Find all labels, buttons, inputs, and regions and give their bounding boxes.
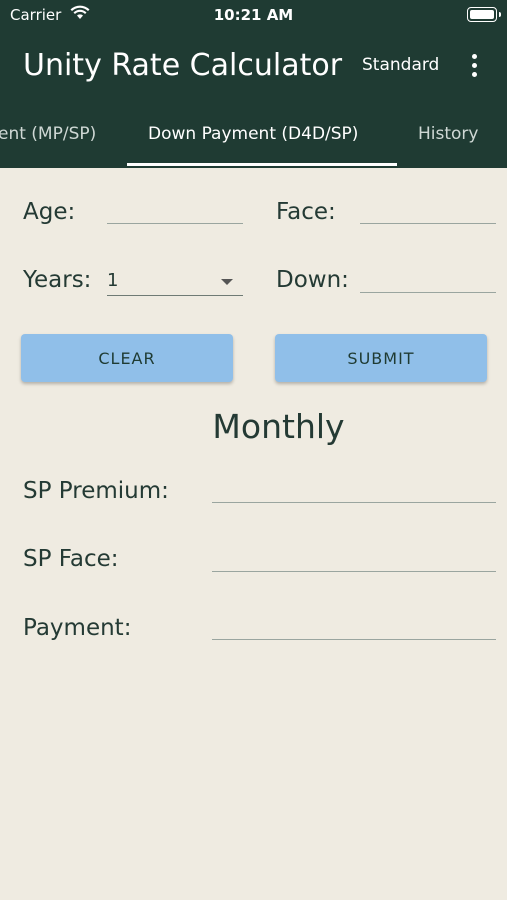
- app-title: Unity Rate Calculator: [23, 48, 343, 83]
- tab-bar: ent (MP/SP) Down Payment (D4D/SP) Histor…: [0, 108, 507, 168]
- payment-output: [212, 639, 496, 640]
- age-input[interactable]: [107, 223, 243, 224]
- tab-down-payment[interactable]: Down Payment (D4D/SP): [148, 124, 358, 144]
- more-options-icon[interactable]: [466, 53, 482, 79]
- chevron-down-icon: [221, 279, 233, 285]
- status-bar: Carrier 10:21 AM: [0, 0, 507, 30]
- down-label: Down:: [276, 267, 349, 293]
- active-tab-indicator: [127, 163, 397, 166]
- results-title: Monthly: [212, 407, 345, 446]
- tab-monthly-payment[interactable]: ent (MP/SP): [0, 124, 96, 144]
- face-label: Face:: [276, 199, 336, 225]
- sp-premium-output: [212, 502, 496, 503]
- clear-button[interactable]: CLEAR: [21, 334, 233, 382]
- years-select-underline: [107, 295, 243, 296]
- sp-premium-label: SP Premium:: [23, 478, 169, 504]
- down-input[interactable]: [360, 292, 496, 293]
- face-input[interactable]: [360, 223, 496, 224]
- payment-label: Payment:: [23, 615, 132, 641]
- sp-face-output: [212, 571, 496, 572]
- submit-button[interactable]: SUBMIT: [275, 334, 487, 382]
- app-bar: Carrier 10:21 AM Unity Rate Calculator S…: [0, 0, 507, 168]
- tab-history[interactable]: History: [418, 124, 478, 144]
- mode-toggle[interactable]: Standard: [362, 55, 439, 75]
- sp-face-label: SP Face:: [23, 546, 119, 572]
- status-time: 10:21 AM: [213, 6, 294, 24]
- battery-icon: [467, 7, 501, 22]
- years-label: Years:: [23, 267, 92, 293]
- years-select-value: 1: [107, 270, 119, 291]
- age-label: Age:: [23, 199, 76, 225]
